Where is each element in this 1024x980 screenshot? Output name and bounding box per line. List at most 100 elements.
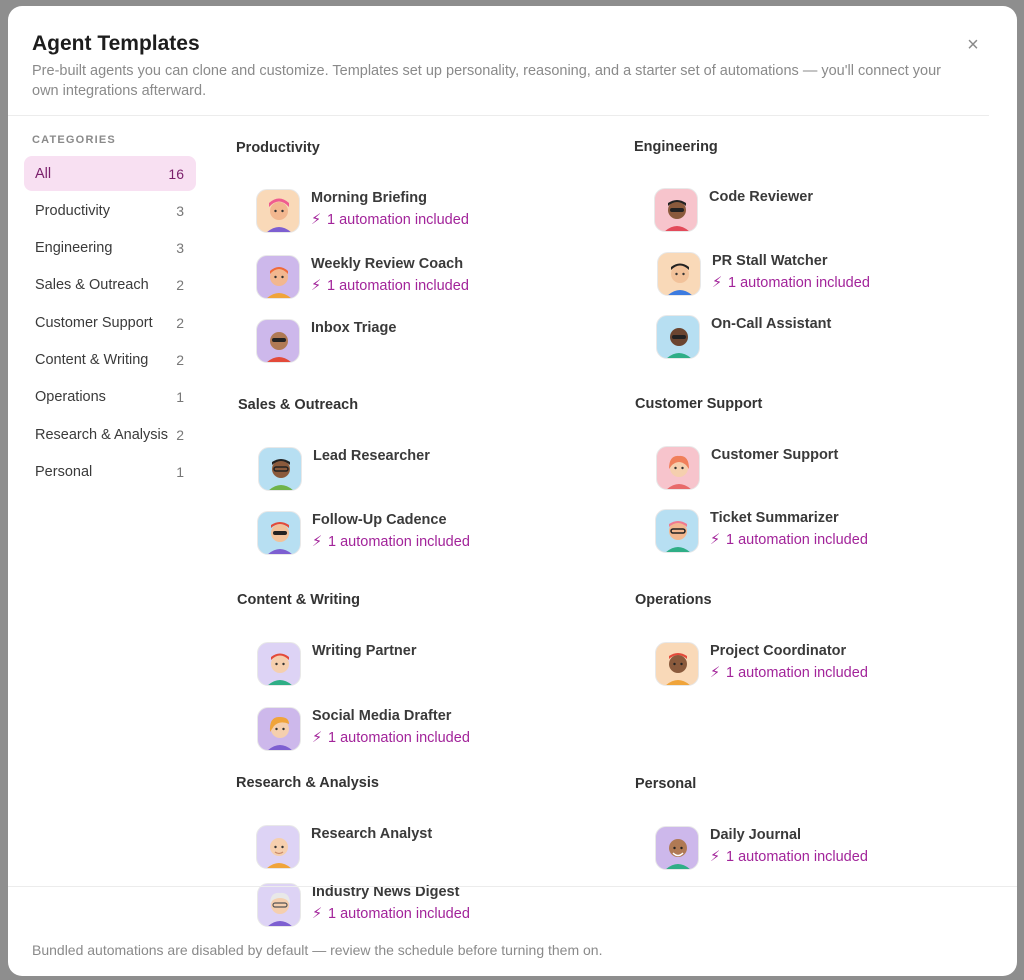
category-label: Operations <box>35 389 106 406</box>
category-engineering[interactable]: Engineering 3 <box>24 231 196 266</box>
categories-heading: CATEGORIES <box>32 134 116 146</box>
automation-badge: ⚡ 1 automation included <box>710 532 868 548</box>
header-divider <box>8 115 989 116</box>
template-card-research-analyst[interactable]: Research Analyst <box>256 825 556 875</box>
automation-badge: ⚡ 1 automation included <box>311 212 469 228</box>
template-card-inbox-triage[interactable]: Inbox Triage <box>256 319 556 369</box>
template-card-pr-stall-watcher[interactable]: PR Stall Watcher ⚡ 1 automation included <box>657 252 957 302</box>
category-research-analysis[interactable]: Research & Analysis 2 <box>24 417 196 452</box>
categories-sidebar: CATEGORIES All 16 Productivity 3 Engineeri… <box>24 134 196 492</box>
template-card-social-media-drafter[interactable]: Social Media Drafter ⚡ 1 automation inclu… <box>257 707 557 757</box>
footer-divider <box>8 886 1017 887</box>
lightning-icon: ⚡ <box>710 665 721 681</box>
avatar <box>256 189 300 233</box>
template-name: Project Coordinator <box>710 643 847 659</box>
category-label: Content & Writing <box>35 351 149 368</box>
lightning-icon: ⚡ <box>311 278 322 294</box>
template-name: Follow-Up Cadence <box>312 512 447 528</box>
lightning-icon: ⚡ <box>312 730 323 746</box>
automation-badge: ⚡ 1 automation included <box>312 730 470 746</box>
automation-badge: ⚡ 1 automation included <box>311 278 469 294</box>
category-label: Customer Support <box>35 314 153 331</box>
automation-text: 1 automation included <box>726 665 868 681</box>
category-count: 1 <box>176 389 184 406</box>
template-name: Daily Journal <box>710 827 802 843</box>
section-title-research-analysis: Research & Analysis <box>236 775 379 791</box>
section-title-personal: Personal <box>635 776 697 792</box>
automation-text: 1 automation included <box>328 730 470 746</box>
template-card-code-reviewer[interactable]: Code Reviewer <box>654 188 954 238</box>
category-count: 16 <box>168 165 184 182</box>
template-card-customer-support[interactable]: Customer Support <box>656 446 956 496</box>
avatar <box>257 511 301 555</box>
automation-text: 1 automation included <box>726 849 868 865</box>
category-label: Engineering <box>35 240 113 257</box>
modal-subtitle: Pre-built agents you can clone and custo… <box>32 63 941 99</box>
lightning-icon: ⚡ <box>311 212 322 228</box>
avatar <box>257 707 301 751</box>
avatar <box>656 446 700 490</box>
template-card-industry-news-digest[interactable]: Industry News Digest ⚡ 1 automation inclu… <box>257 883 557 933</box>
template-card-on-call-assistant[interactable]: On-Call Assistant <box>656 315 956 365</box>
template-name: Ticket Summarizer <box>710 510 839 526</box>
section-title-productivity: Productivity <box>236 140 320 156</box>
template-name: Customer Support <box>711 447 839 463</box>
automation-badge: ⚡ 1 automation included <box>712 275 870 291</box>
avatar <box>256 255 300 299</box>
section-title-sales-outreach: Sales & Outreach <box>238 397 359 413</box>
template-card-daily-journal[interactable]: Daily Journal ⚡ 1 automation included <box>655 826 955 876</box>
category-operations[interactable]: Operations 1 <box>24 380 196 415</box>
category-all[interactable]: All 16 <box>24 156 196 191</box>
template-card-follow-up-cadence[interactable]: Follow-Up Cadence ⚡ 1 automation included <box>257 511 557 561</box>
lightning-icon: ⚡ <box>312 906 323 922</box>
template-card-project-coordinator[interactable]: Project Coordinator ⚡ 1 automation includ… <box>655 642 955 692</box>
avatar <box>657 252 701 296</box>
category-productivity[interactable]: Productivity 3 <box>24 193 196 228</box>
automation-badge: ⚡ 1 automation included <box>312 906 470 922</box>
template-name: Code Reviewer <box>709 189 813 205</box>
category-label: Personal <box>35 463 93 480</box>
avatar <box>258 447 302 491</box>
category-customer-support[interactable]: Customer Support 2 <box>24 305 196 340</box>
template-card-writing-partner[interactable]: Writing Partner <box>257 642 557 692</box>
avatar <box>656 315 700 359</box>
template-card-weekly-review-coach[interactable]: Weekly Review Coach ⚡ 1 automation includ… <box>256 255 556 305</box>
template-name: Weekly Review Coach <box>311 256 464 272</box>
category-count: 3 <box>176 202 184 219</box>
close-icon[interactable]: × <box>963 35 983 56</box>
section-title-operations: Operations <box>635 592 712 608</box>
lightning-icon: ⚡ <box>712 275 723 291</box>
automation-text: 1 automation included <box>728 275 870 291</box>
category-count: 2 <box>176 351 184 368</box>
automation-text: 1 automation included <box>726 532 868 548</box>
category-label: Sales & Outreach <box>35 277 149 294</box>
modal-header: Agent Templates Pre-built agents you can… <box>8 6 1017 116</box>
category-count: 2 <box>176 426 184 443</box>
template-card-ticket-summarizer[interactable]: Ticket Summarizer ⚡ 1 automation included <box>655 509 955 559</box>
category-label: All <box>35 165 52 182</box>
category-count: 2 <box>176 314 184 331</box>
avatar <box>655 826 699 870</box>
category-label: Research & Analysis <box>35 426 168 443</box>
category-content-writing[interactable]: Content & Writing 2 <box>24 342 196 377</box>
avatar <box>654 188 698 232</box>
section-title-engineering: Engineering <box>634 139 718 155</box>
category-count: 1 <box>176 463 184 480</box>
footer-note: Bundled automations are disabled by defa… <box>32 942 603 958</box>
automation-text: 1 automation included <box>327 278 469 294</box>
automation-badge: ⚡ 1 automation included <box>710 665 868 681</box>
automation-badge: ⚡ 1 automation included <box>710 849 868 865</box>
category-sales-outreach[interactable]: Sales & Outreach 2 <box>24 268 196 303</box>
avatar <box>256 825 300 869</box>
template-name: Social Media Drafter <box>312 708 452 724</box>
template-card-lead-researcher[interactable]: Lead Researcher <box>258 447 558 497</box>
avatar <box>256 319 300 363</box>
template-name: Research Analyst <box>311 826 433 842</box>
avatar <box>655 642 699 686</box>
category-personal[interactable]: Personal 1 <box>24 454 196 489</box>
category-label: Productivity <box>35 202 110 219</box>
template-name: Inbox Triage <box>311 320 397 336</box>
automation-badge: ⚡ 1 automation included <box>312 534 470 550</box>
template-card-morning-briefing[interactable]: Morning Briefing ⚡ 1 automation included <box>256 189 556 239</box>
avatar <box>257 883 301 927</box>
